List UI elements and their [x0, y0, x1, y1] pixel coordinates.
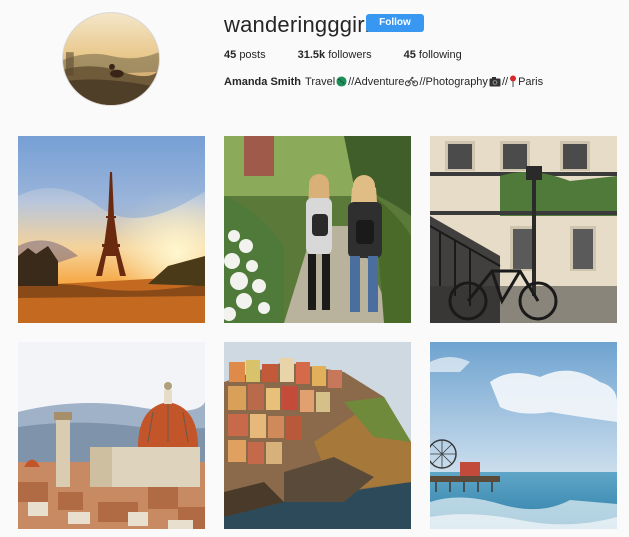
posts-count: 45: [224, 49, 237, 61]
following-label: following: [418, 49, 462, 61]
camera-icon: [489, 76, 501, 90]
post-tile-beach-pier[interactable]: [430, 342, 617, 529]
bio-text-travel: Travel: [305, 76, 336, 88]
post-photo: [430, 136, 617, 323]
globe-icon: [336, 76, 347, 90]
bicycle-icon: [405, 76, 419, 90]
profile-bio: Amanda Smith Travel //Adventure //Photograp…: [224, 75, 543, 90]
posts-label: posts: [239, 49, 266, 61]
following-stat[interactable]: 45 following: [404, 49, 462, 61]
profile-full-name: Amanda Smith: [224, 76, 302, 88]
profile-avatar[interactable]: [62, 12, 160, 106]
followers-label: followers: [328, 49, 372, 61]
round-pushpin-icon: [509, 75, 517, 90]
post-tile-girls-walking[interactable]: [224, 136, 411, 323]
post-tile-cliff-village[interactable]: [224, 342, 411, 529]
posts-stat[interactable]: 45 posts: [224, 49, 266, 61]
followers-count: 31.5k: [297, 49, 326, 61]
post-photo: [18, 342, 205, 529]
bio-text-separator: //: [501, 76, 509, 88]
post-photo: [224, 136, 411, 323]
bio-text-paris: Paris: [518, 76, 544, 88]
bio-text-adventure: //Adventure: [348, 76, 405, 88]
avatar-photo: [63, 13, 159, 105]
post-tile-florence[interactable]: [18, 342, 205, 529]
followers-stat[interactable]: 31.5k followers: [298, 49, 372, 61]
post-photo: [430, 342, 617, 529]
profile-stats: 45 posts 31.5k followers 45 following: [224, 49, 494, 61]
post-tile-paris-bicycle[interactable]: [430, 136, 617, 323]
follow-button[interactable]: Follow: [366, 14, 424, 32]
post-photo: [224, 342, 411, 529]
bio-text-photography: //Photography: [419, 76, 488, 88]
profile-username: wanderingggirl: [224, 12, 370, 37]
post-tile-eiffel-tower[interactable]: [18, 136, 205, 323]
following-count: 45: [403, 49, 416, 61]
post-photo: [18, 136, 205, 323]
